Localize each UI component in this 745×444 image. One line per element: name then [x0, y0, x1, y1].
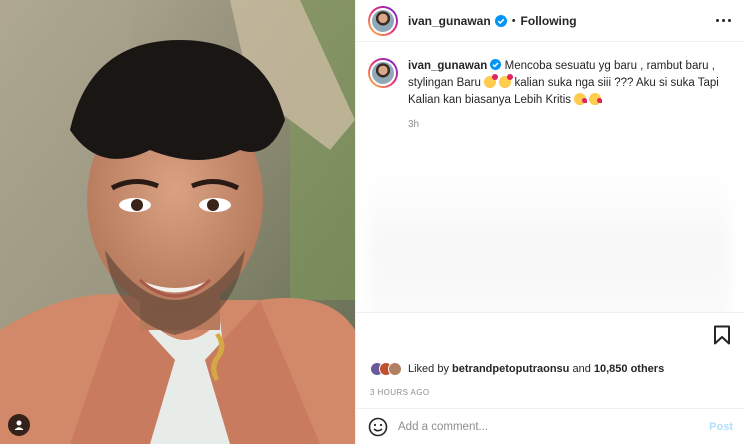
smiling-hearts-emoji-icon [484, 74, 499, 88]
likes-user[interactable]: betrandpetoputraonsu [452, 363, 569, 375]
caption-text: ivan_gunawan Mencoba sesuatu yg baru , r… [408, 58, 723, 109]
post-timestamp[interactable]: 3 HOURS AGO [356, 382, 745, 402]
verified-badge-icon [494, 14, 507, 27]
smiling-hearts-emoji-icon [499, 74, 514, 88]
header-username[interactable]: ivan_gunawan [408, 14, 491, 28]
emoji-icon[interactable] [368, 417, 388, 437]
post-sidebar: ivan_gunawan • Following ivan_gunawan Me… [355, 0, 745, 444]
avatar[interactable] [368, 5, 398, 36]
post-photo[interactable] [0, 0, 355, 444]
bookmark-icon[interactable] [713, 325, 731, 345]
caption-username[interactable]: ivan_gunawan [408, 60, 487, 72]
instagram-post: ivan_gunawan • Following ivan_gunawan Me… [0, 0, 745, 444]
comment-input[interactable] [398, 420, 710, 433]
kiss-emoji-icon [574, 93, 588, 105]
post-header: ivan_gunawan • Following [356, 0, 745, 42]
user-tag-icon[interactable] [8, 414, 30, 436]
avatar [388, 362, 402, 376]
header-separator: • [511, 14, 516, 27]
post-comment-button[interactable]: Post [709, 421, 733, 433]
likes-prefix: Liked by [408, 363, 449, 375]
comments-section: ivan_gunawan Mencoba sesuatu yg baru , r… [356, 42, 745, 312]
caption-time: 3h [408, 119, 420, 130]
caption: ivan_gunawan Mencoba sesuatu yg baru , r… [368, 58, 731, 109]
action-bar [356, 312, 745, 356]
caption-avatar[interactable] [368, 58, 398, 88]
comment-bar: Post [356, 408, 745, 444]
liker-avatars[interactable] [370, 362, 402, 376]
blurred-comments [368, 168, 731, 312]
likes-and: and [572, 363, 591, 375]
likes-summary: Liked by betrandpetoputraonsu and 10,850… [356, 356, 745, 382]
likes-count[interactable]: 10,850 others [594, 363, 664, 375]
following-button[interactable]: Following [521, 14, 577, 28]
kiss-emoji-icon [589, 93, 603, 105]
selfie-image [0, 0, 355, 444]
more-options-icon[interactable] [716, 19, 731, 22]
verified-badge-icon [490, 59, 502, 70]
